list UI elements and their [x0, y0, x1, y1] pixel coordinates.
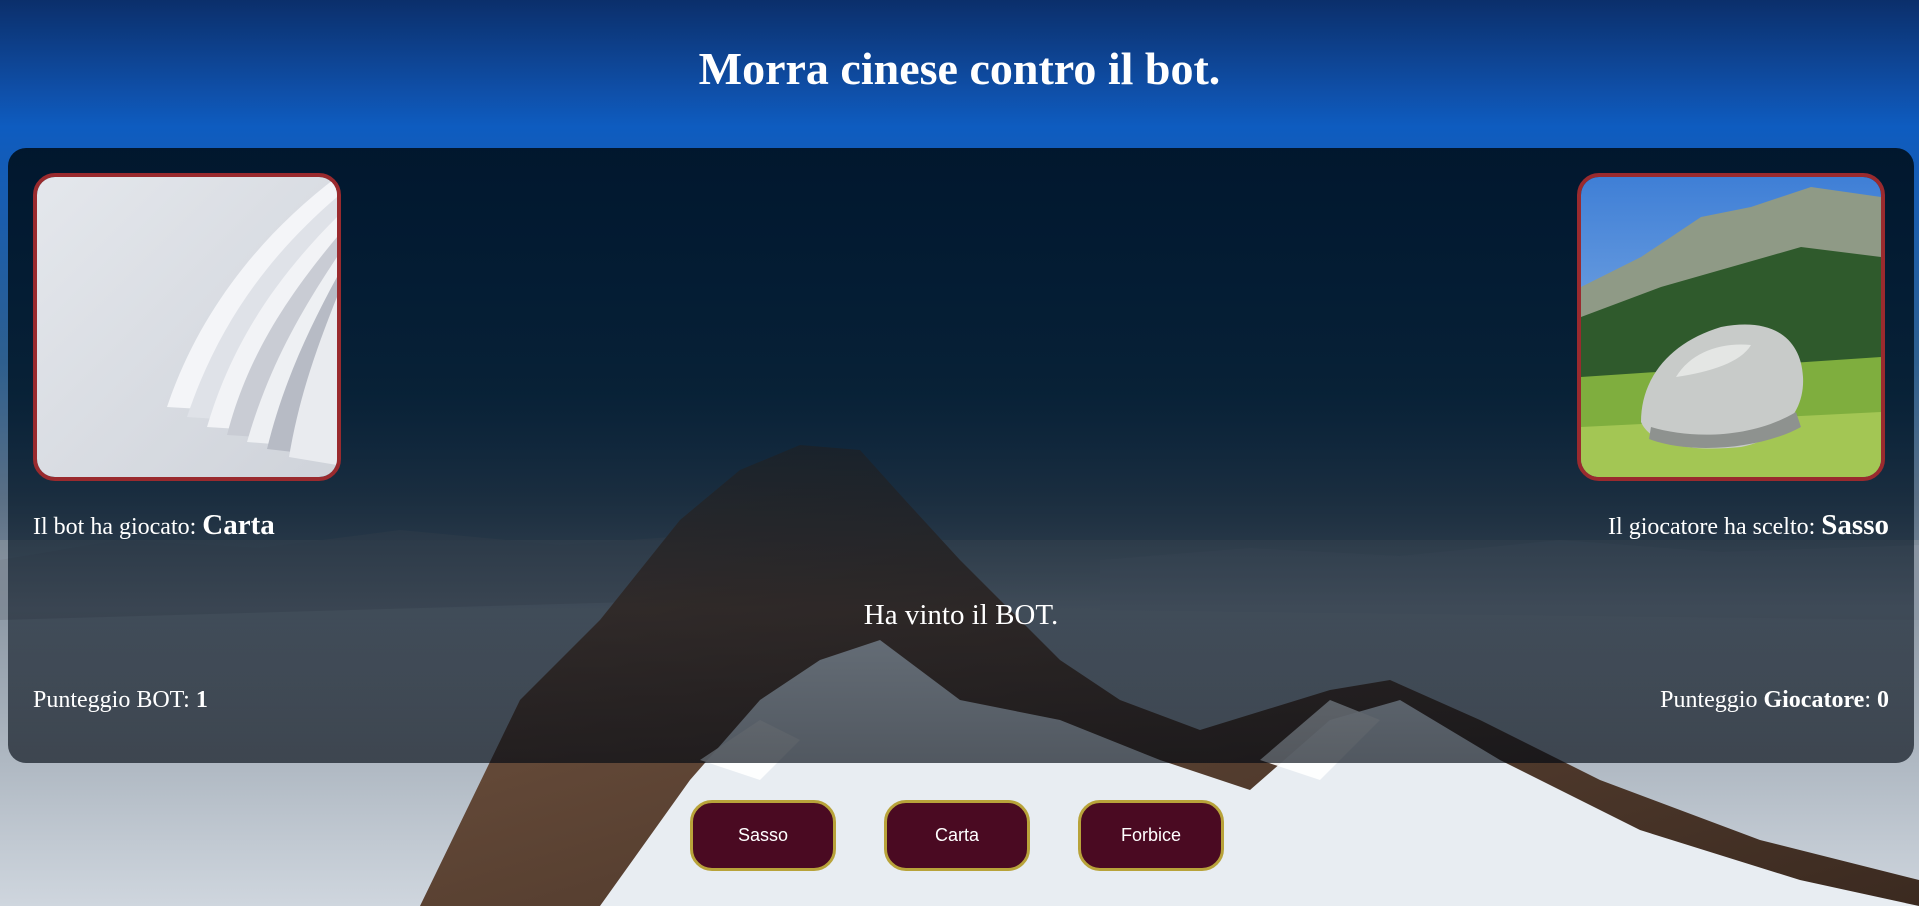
choice-buttons: Sasso Carta Forbice [690, 800, 1230, 875]
rock-button[interactable]: Sasso [690, 800, 836, 871]
bot-played-label: Il bot ha giocato: [33, 514, 203, 540]
bot-played-caption: Il bot ha giocato: Carta [33, 510, 275, 542]
bot-score-label: Punteggio BOT: [33, 687, 196, 713]
rock-boulder-icon [1581, 177, 1881, 477]
player-score: Punteggio Giocatore: 0 [1660, 685, 1889, 715]
player-score-label-sep: : [1864, 687, 1877, 713]
bot-played-value: Carta [202, 509, 275, 541]
bot-choice-image [33, 173, 341, 481]
player-score-label-prefix: Punteggio [1660, 687, 1764, 713]
paper-sheets-icon [37, 177, 337, 477]
page: Morra cinese contro il bot. Il bot ha gi… [0, 0, 1919, 906]
paper-button[interactable]: Carta [884, 800, 1030, 871]
player-chose-caption: Il giocatore ha scelto: Sasso [1608, 510, 1889, 542]
round-result: Ha vinto il BOT. [863, 599, 1059, 631]
player-score-value: 0 [1877, 687, 1889, 713]
player-chose-value: Sasso [1821, 509, 1889, 541]
scissors-button[interactable]: Forbice [1078, 800, 1224, 871]
page-title: Morra cinese contro il bot. [698, 43, 1221, 94]
player-chose-label: Il giocatore ha scelto: [1608, 514, 1822, 540]
player-choice-image [1577, 173, 1885, 481]
bot-score-value: 1 [195, 687, 208, 713]
player-score-label-bold: Giocatore [1763, 687, 1865, 713]
bot-score: Punteggio BOT: 1 [33, 685, 208, 715]
game-panel: Il bot ha giocato: Carta Il giocatore ha… [8, 148, 1914, 763]
